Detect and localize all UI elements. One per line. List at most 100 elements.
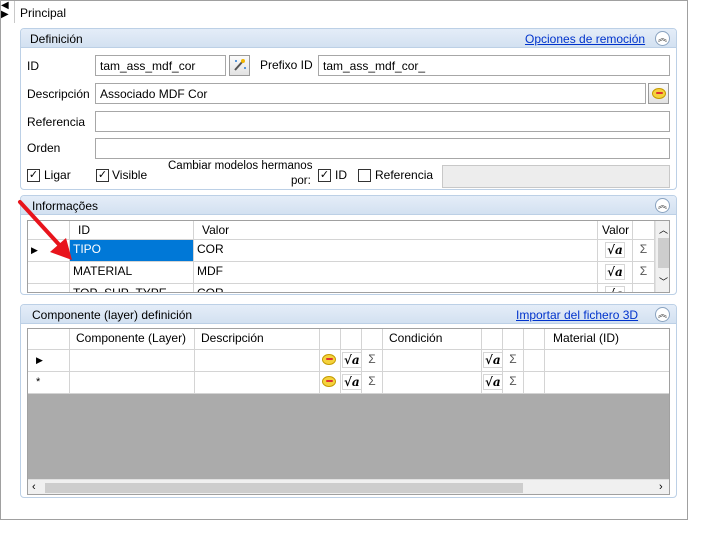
sqrt-icon: √a <box>605 264 625 280</box>
table-cell-id[interactable]: TOP_SUP_TYPE <box>70 284 194 292</box>
new-row-marker[interactable]: * <box>28 372 70 394</box>
table-cell-descripcion[interactable] <box>195 372 320 394</box>
current-row-icon: ▶ <box>36 355 43 365</box>
descripcion-field[interactable]: Associado MDF Cor <box>95 83 646 104</box>
componente-group: Componente (layer) definición Importar d… <box>20 304 677 498</box>
sigma-icon: Σ <box>368 352 376 366</box>
row-marker[interactable]: ▶ <box>28 350 70 372</box>
scroll-down-icon[interactable]: ﹀ <box>659 275 668 288</box>
formula-button[interactable]: √a <box>482 350 503 372</box>
sqrt-icon: √a <box>483 352 502 368</box>
wand-icon <box>234 59 246 71</box>
scroll-up-icon[interactable]: ︿ <box>659 223 668 236</box>
sum-button[interactable]: Σ <box>503 372 524 394</box>
sum-button[interactable]: Σ <box>362 372 383 394</box>
col-descripcion-header[interactable]: Descripción <box>195 329 320 350</box>
col-condicion-header[interactable]: Condición <box>383 329 482 350</box>
cambiar-label: Cambiar modelos hermanos <box>168 160 313 172</box>
informacoes-group: Informações ︽ ID Valor Valor ▶ TIPO COR … <box>20 195 677 295</box>
referencia-checkbox[interactable] <box>358 169 371 182</box>
orden-field[interactable] <box>95 138 670 159</box>
table-cell-componente[interactable] <box>70 372 195 394</box>
table-cell-id[interactable]: TIPO <box>70 240 194 262</box>
definicion-group: Definición Opciones de remoción ︽ ID tam… <box>20 28 677 190</box>
formula-button[interactable]: √a <box>341 372 362 394</box>
table-cell-valor[interactable]: MDF <box>194 262 598 284</box>
collapse-componente-button[interactable]: ︽ <box>655 307 670 322</box>
scroll-thumb[interactable] <box>658 238 669 268</box>
referencia-field[interactable] <box>95 111 670 132</box>
visible-checkbox[interactable]: ✓ <box>96 169 109 182</box>
importar-fichero-link[interactable]: Importar del fichero 3D <box>516 308 638 322</box>
translate-button[interactable] <box>320 350 341 372</box>
table-cell-valor[interactable]: COR <box>194 284 598 292</box>
chat-icon <box>322 376 336 387</box>
sqrt-icon: √a <box>483 374 502 390</box>
table-cell-id[interactable]: MATERIAL <box>70 262 194 284</box>
col-valor2-header[interactable]: Valor <box>598 221 633 240</box>
table-cell-componente[interactable] <box>70 350 195 372</box>
id-checkbox[interactable]: ✓ <box>318 169 331 182</box>
scroll-left-icon[interactable]: ‹ <box>32 481 36 493</box>
sum-button[interactable]: Σ <box>362 350 383 372</box>
red-arrow-icon <box>18 200 72 260</box>
hscroll-thumb[interactable] <box>45 483 523 493</box>
window-title: Principal <box>20 6 67 20</box>
grid-empty-area <box>28 394 669 479</box>
sqrt-icon: √a <box>342 374 361 390</box>
formula-button[interactable]: √a <box>598 262 633 284</box>
prefijo-field[interactable]: tam_ass_mdf_cor_ <box>318 55 670 76</box>
sigma-icon: Σ <box>509 352 517 366</box>
descripcion-translate-button[interactable] <box>648 83 669 104</box>
cambiar-por-label: por: <box>291 175 311 187</box>
table-cell-condicion[interactable] <box>383 350 482 372</box>
opciones-remocion-link[interactable]: Opciones de remoción <box>525 32 645 46</box>
collapse-informacoes-button[interactable]: ︽ <box>655 198 670 213</box>
componente-title: Componente (layer) definición <box>32 308 193 322</box>
sum-button[interactable]: Σ <box>503 350 524 372</box>
table-cell-descripcion[interactable] <box>195 350 320 372</box>
formula-button[interactable]: √a <box>598 284 633 292</box>
ligar-checkbox[interactable]: ✓ <box>27 169 40 182</box>
informacoes-grid: ID Valor Valor ▶ TIPO COR √a Σ MATERIAL … <box>27 220 670 293</box>
chat-icon <box>322 354 336 365</box>
formula-button[interactable]: √a <box>482 372 503 394</box>
definicion-title: Definición <box>30 32 83 46</box>
translate-button[interactable] <box>320 372 341 394</box>
formula-button[interactable]: √a <box>598 240 633 262</box>
scroll-right-icon[interactable]: › <box>659 481 663 493</box>
componente-grid: Componente (Layer) Descripción Condición… <box>27 328 670 495</box>
descripcion-label: Descripción <box>27 87 90 101</box>
referencia-label: Referencia <box>27 115 86 129</box>
table-cell-condicion[interactable] <box>383 372 482 394</box>
informacoes-vscrollbar[interactable]: ︿ ﹀ <box>655 221 669 292</box>
id-tool-button[interactable] <box>229 55 250 76</box>
col-id-header[interactable]: ID <box>70 221 194 240</box>
id-label: ID <box>27 59 39 73</box>
chat-icon <box>651 88 666 99</box>
sigma-icon: Σ <box>639 242 648 256</box>
collapse-definicion-button[interactable]: ︽ <box>655 31 670 46</box>
new-row-icon: * <box>36 376 41 388</box>
col-material-header[interactable]: Material (ID) <box>545 329 669 350</box>
col-componente-header[interactable]: Componente (Layer) <box>70 329 195 350</box>
sigma-icon: Σ <box>368 374 376 388</box>
ligar-label: Ligar <box>44 168 71 182</box>
formula-button[interactable]: √a <box>341 350 362 372</box>
table-cell-material[interactable] <box>545 350 669 372</box>
prefijo-label: Prefixo ID <box>260 58 313 72</box>
row-marker[interactable] <box>28 284 70 292</box>
id-check-label: ID <box>335 168 347 182</box>
table-cell-material[interactable] <box>545 372 669 394</box>
col-valor-header[interactable]: Valor <box>194 221 598 240</box>
sum-button[interactable]: Σ <box>633 240 655 262</box>
referencia-disabled-field <box>442 165 670 188</box>
sum-button[interactable]: Σ <box>633 262 655 284</box>
referencia-check-label: Referencia <box>375 168 434 182</box>
corner-arrow-down-icon: ▶ <box>1 9 9 20</box>
componente-hscrollbar[interactable]: ‹ › <box>28 479 669 494</box>
id-field[interactable]: tam_ass_mdf_cor <box>95 55 226 76</box>
sqrt-icon: √a <box>342 352 361 368</box>
orden-label: Orden <box>27 141 61 155</box>
table-cell-valor[interactable]: COR <box>194 240 598 262</box>
